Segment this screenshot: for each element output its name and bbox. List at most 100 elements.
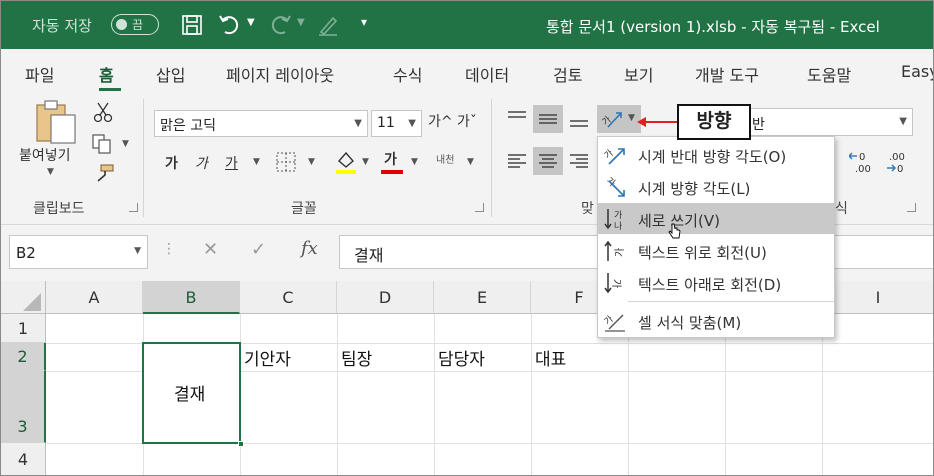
font-size-dropdown-icon[interactable]: ▼ (408, 118, 416, 129)
alignment-group-label: 맞 (581, 201, 594, 217)
redo-dropdown-icon[interactable]: ▼ (297, 17, 305, 28)
menu-item-rotate-down[interactable]: 가 텍스트 아래로 회전(D) (598, 267, 834, 298)
borders-icon[interactable] (275, 151, 297, 173)
name-box[interactable]: B2 ▼ (9, 235, 148, 269)
paste-icon[interactable] (31, 99, 79, 145)
paste-dropdown-icon[interactable]: ▼ (47, 167, 54, 177)
cut-icon[interactable] (93, 101, 113, 123)
tab-file[interactable]: 파일 (25, 62, 54, 86)
tab-insert[interactable]: 삽입 (156, 62, 185, 86)
align-bottom-icon[interactable] (567, 107, 591, 131)
tab-home[interactable]: 홈 (99, 62, 114, 86)
column-header-i[interactable]: I (822, 281, 933, 314)
underline-button[interactable]: 가 (225, 153, 238, 173)
column-header-b[interactable]: B (143, 281, 240, 314)
tab-formulas[interactable]: 수식 (393, 62, 422, 86)
font-color-button[interactable]: 가 (384, 149, 397, 169)
font-name-combo[interactable]: 맑은 고딕 ▼ (154, 110, 368, 137)
menu-item-vertical-text[interactable]: 가나 세로 쓰기(V) (598, 203, 834, 239)
number-group-label: 식 (835, 201, 848, 217)
tab-view[interactable]: 보기 (624, 62, 653, 86)
group-separator (143, 99, 144, 217)
save-icon[interactable] (179, 12, 205, 38)
fill-color-dropdown-icon[interactable]: ▼ (362, 157, 369, 167)
tab-review[interactable]: 검토 (553, 62, 582, 86)
menu-item-rotate-up[interactable]: 가 텍스트 위로 회전(U) (598, 235, 834, 266)
menu-item-angle-clockwise[interactable]: 가 시계 방향 각도(L) (598, 171, 834, 202)
rotate-text-up-icon: 가 (604, 240, 626, 261)
customize-toolbar-icon[interactable]: ▾ (361, 15, 367, 29)
cell-d2[interactable]: 팀장 (341, 345, 372, 370)
title-bar: 자동 저장 끔 ▼ ▼ ▾ 통합 문서1 (version 1).xlsb - … (1, 1, 933, 49)
decrease-decimal-icon[interactable]: .000 (885, 149, 915, 175)
row-header-3[interactable]: 3 (1, 371, 46, 443)
redo-icon[interactable] (267, 12, 293, 38)
fill-color-icon[interactable] (334, 149, 358, 175)
font-color-dropdown-icon[interactable]: ▼ (411, 157, 418, 167)
grow-font-button[interactable]: 가^ (428, 111, 453, 131)
font-size-combo[interactable]: 11 ▼ (371, 110, 422, 137)
confirm-entry-icon[interactable]: ✓ (251, 239, 266, 260)
menu-item-format-cell-alignment[interactable]: 가 셀 서식 맞춤(M) (598, 305, 834, 336)
pen-icon[interactable] (315, 12, 341, 38)
italic-button[interactable]: 가 (195, 153, 208, 173)
number-format-dropdown-icon[interactable]: ▼ (899, 116, 907, 127)
name-box-dropdown-icon[interactable]: ▼ (134, 246, 141, 256)
phonetic-dropdown-icon[interactable]: ▼ (467, 157, 474, 167)
font-launcher-icon[interactable] (475, 203, 484, 212)
undo-icon[interactable] (217, 12, 243, 38)
tab-developer[interactable]: 개발 도구 (695, 62, 759, 86)
formula-bar-grip-icon[interactable]: ⋮ (162, 241, 176, 257)
align-left-icon[interactable] (505, 149, 529, 173)
cell-e2[interactable]: 담당자 (438, 345, 485, 370)
increase-decimal-icon[interactable]: 0.00 (849, 149, 879, 175)
orientation-button[interactable]: 가 ▼ (597, 105, 641, 133)
column-header-e[interactable]: E (434, 281, 531, 314)
cancel-entry-icon[interactable]: ✕ (203, 239, 218, 260)
number-format-combo[interactable]: 반 ▼ (741, 108, 913, 136)
format-painter-icon[interactable] (93, 163, 115, 183)
row-header-4[interactable]: 4 (1, 443, 46, 475)
align-center-button[interactable] (533, 147, 563, 175)
tab-easy[interactable]: Easy (901, 62, 933, 81)
format-cell-alignment-icon: 가 (603, 314, 625, 332)
copy-dropdown-icon[interactable]: ▼ (122, 139, 129, 149)
number-launcher-icon[interactable] (907, 203, 916, 212)
clipboard-launcher-icon[interactable] (129, 203, 138, 212)
tab-page-layout[interactable]: 페이지 레이아웃 (226, 62, 334, 86)
menu-item-angle-counterclockwise[interactable]: 가 시계 반대 방향 각도(O) (598, 139, 834, 170)
phonetic-button[interactable]: 내천 (436, 151, 454, 166)
row-header-1[interactable]: 1 (1, 314, 46, 343)
select-all-corner[interactable] (1, 281, 46, 314)
tab-data[interactable]: 데이터 (465, 62, 509, 86)
menu-item-label: 시계 반대 방향 각도(O) (638, 148, 787, 166)
undo-dropdown-icon[interactable]: ▼ (247, 17, 255, 28)
row-header-2[interactable]: 2 (1, 343, 46, 371)
cell-b2: 결재 (174, 385, 206, 405)
borders-dropdown-icon[interactable]: ▼ (308, 157, 315, 167)
tab-help[interactable]: 도움말 (807, 62, 851, 86)
cell-c2[interactable]: 기안자 (244, 345, 291, 370)
callout-arrow-icon (637, 117, 679, 127)
insert-function-icon[interactable]: fx (301, 238, 318, 259)
shrink-font-button[interactable]: 가ˇ (457, 111, 477, 131)
align-top-icon[interactable] (505, 107, 529, 131)
column-header-a[interactable]: A (46, 281, 143, 314)
column-header-c[interactable]: C (240, 281, 337, 314)
align-right-icon[interactable] (567, 149, 591, 173)
paste-button-label[interactable]: 붙여넣기 (19, 145, 71, 165)
autosave-toggle[interactable]: 끔 (111, 14, 159, 35)
orientation-icon: 가 (600, 112, 622, 128)
align-center-icon (539, 154, 557, 168)
bold-button[interactable]: 가 (165, 153, 178, 173)
underline-dropdown-icon[interactable]: ▼ (253, 157, 260, 167)
font-name-dropdown-icon[interactable]: ▼ (354, 118, 362, 129)
align-middle-button[interactable] (533, 105, 563, 133)
font-size-value: 11 (377, 115, 395, 131)
copy-icon[interactable] (91, 133, 113, 155)
active-cell-b2[interactable]: 결재 (142, 342, 244, 447)
cell-f2[interactable]: 대표 (535, 345, 566, 370)
svg-text:가: 가 (600, 114, 613, 128)
column-header-d[interactable]: D (337, 281, 434, 314)
fill-handle[interactable] (238, 441, 244, 447)
